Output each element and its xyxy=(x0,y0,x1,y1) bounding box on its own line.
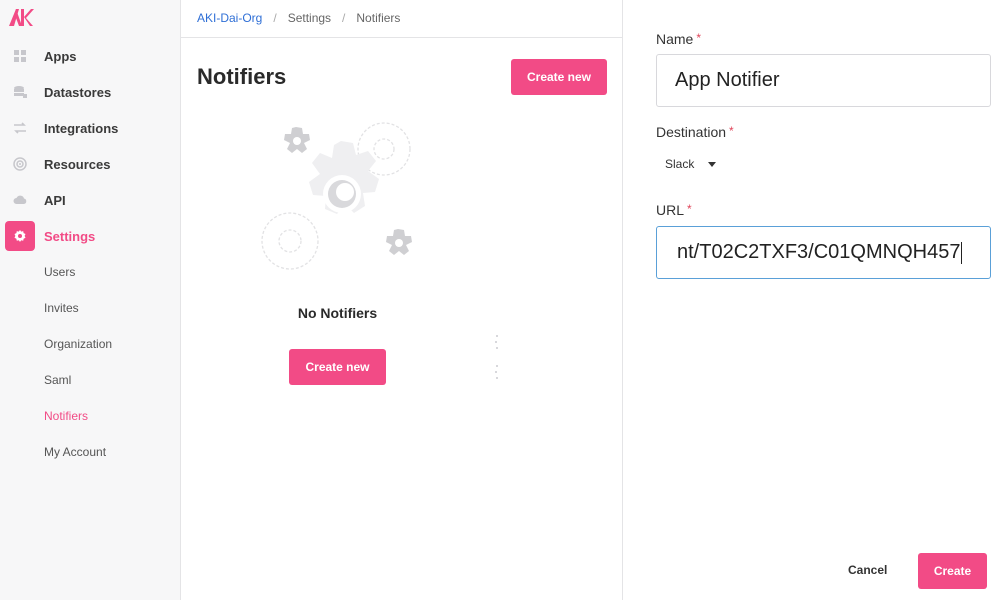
sidebar-item-resources[interactable]: Resources xyxy=(0,148,181,180)
text-cursor xyxy=(961,241,963,264)
resources-icon xyxy=(5,149,35,179)
empty-create-new-button[interactable]: Create new xyxy=(289,349,386,385)
sidebar-subitem-saml[interactable]: Saml xyxy=(44,373,71,387)
sidebar-item-label: Resources xyxy=(44,156,111,172)
sidebar-subitem-users[interactable]: Users xyxy=(44,265,75,279)
main-content: AKI-Dai-Org / Settings / Notifiers Notif… xyxy=(181,0,623,600)
chevron-down-icon xyxy=(708,161,717,167)
name-input[interactable]: App Notifier xyxy=(656,54,991,107)
sidebar-item-label: Settings xyxy=(44,228,96,244)
breadcrumb-current: Notifiers xyxy=(356,11,401,25)
sidebar-subitem-organization[interactable]: Organization xyxy=(44,337,112,351)
apps-icon xyxy=(5,41,35,71)
url-input[interactable]: nt/T02C2TXF3/C01QMNQH457 xyxy=(656,226,991,279)
destination-field-label: Destination * xyxy=(656,124,734,140)
required-mark: * xyxy=(696,31,702,45)
app-logo[interactable] xyxy=(8,6,34,28)
sidebar-item-settings[interactable]: Settings xyxy=(0,220,181,252)
name-field-label: Name * xyxy=(656,31,701,47)
url-label-text: URL xyxy=(656,202,685,218)
sidebar-subitem-invites[interactable]: Invites xyxy=(44,301,79,315)
cloud-icon xyxy=(5,185,35,215)
cancel-button[interactable]: Cancel xyxy=(848,563,887,577)
breadcrumb: AKI-Dai-Org / Settings / Notifiers xyxy=(197,11,400,25)
name-label-text: Name xyxy=(656,31,694,47)
sidebar-item-datastores[interactable]: Datastores xyxy=(0,76,181,108)
url-field-label: URL * xyxy=(656,202,692,218)
sidebar: Apps Datastores Integrations Resources A… xyxy=(0,0,181,600)
destination-select-value: Slack xyxy=(665,157,695,171)
gear-icon xyxy=(5,221,35,251)
required-mark: * xyxy=(687,202,692,216)
name-input-value: App Notifier xyxy=(675,69,780,91)
sidebar-subitem-notifiers[interactable]: Notifiers xyxy=(44,409,88,423)
sidebar-item-label: Datastores xyxy=(44,84,112,100)
sidebar-subitem-my-account[interactable]: My Account xyxy=(44,445,106,459)
empty-state-gears-icon xyxy=(257,113,425,283)
required-mark: * xyxy=(729,124,734,138)
sidebar-item-label: Integrations xyxy=(44,120,119,136)
create-button[interactable]: Create xyxy=(918,553,987,589)
url-input-value: nt/T02C2TXF3/C01QMNQH457 xyxy=(677,241,961,263)
loading-dots-icon xyxy=(494,333,500,381)
integrations-icon xyxy=(5,113,35,143)
breadcrumb-separator: / xyxy=(342,11,346,25)
header-divider xyxy=(181,37,623,38)
create-new-button[interactable]: Create new xyxy=(511,59,607,95)
page-title: Notifiers xyxy=(197,64,287,89)
breadcrumb-settings[interactable]: Settings xyxy=(288,11,331,25)
sidebar-item-api[interactable]: API xyxy=(0,184,181,216)
breadcrumb-org-link[interactable]: AKI-Dai-Org xyxy=(197,11,262,25)
destination-select[interactable]: Slack xyxy=(665,157,717,171)
notifier-form-panel: Name * App Notifier Destination * Slack UR… xyxy=(623,0,1002,600)
datastore-icon xyxy=(5,77,35,107)
sidebar-item-apps[interactable]: Apps xyxy=(0,40,181,72)
sidebar-item-integrations[interactable]: Integrations xyxy=(0,112,181,144)
sidebar-item-label: API xyxy=(44,192,66,208)
sidebar-item-label: Apps xyxy=(44,48,77,64)
breadcrumb-separator: / xyxy=(273,11,277,25)
destination-label-text: Destination xyxy=(656,124,727,140)
empty-state-title: No Notifiers xyxy=(297,305,378,321)
